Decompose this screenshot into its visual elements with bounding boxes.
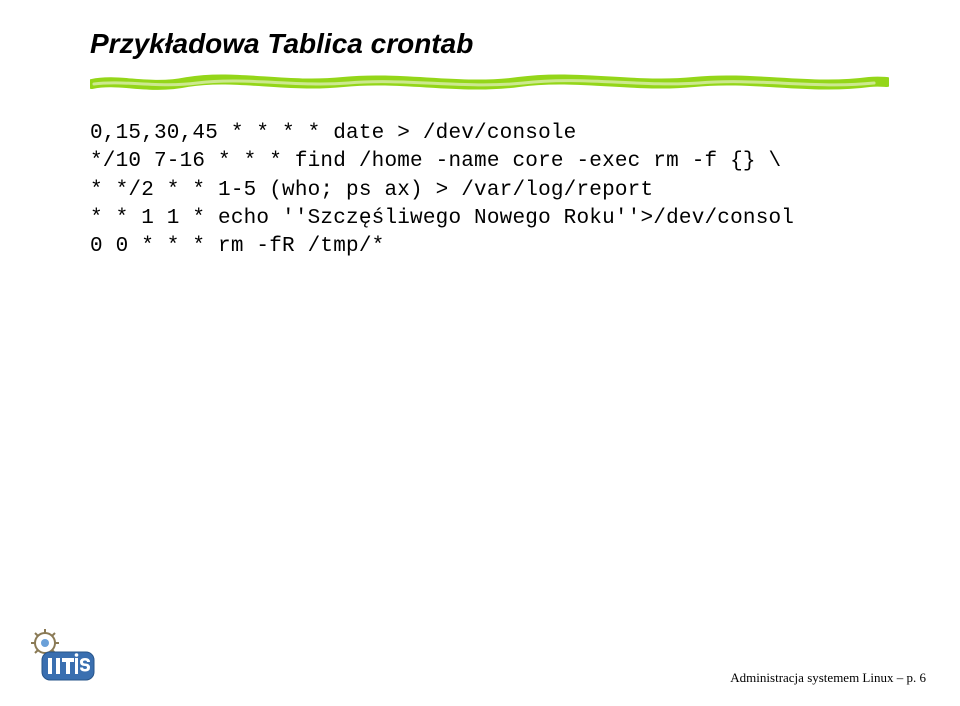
code-line-4: * * 1 1 * echo ''Szczęśliwego Nowego Rok… (90, 207, 794, 230)
title-underline (90, 70, 889, 94)
code-line-1: 0,15,30,45 * * * * date > /dev/console (90, 122, 576, 145)
slide-footer: Administracja systemem Linux – p. 6 (730, 670, 926, 686)
code-line-5: 0 0 * * * rm -fR /tmp/* (90, 235, 384, 258)
institution-logo (28, 628, 98, 684)
code-line-2: */10 7-16 * * * find /home -name core -e… (90, 150, 781, 173)
code-line-3: * */2 * * 1-5 (who; ps ax) > /var/log/re… (90, 179, 653, 202)
slide-title: Przykładowa Tablica crontab (90, 28, 922, 60)
code-block: 0,15,30,45 * * * * date > /dev/console *… (90, 120, 922, 262)
slide: Przykładowa Tablica crontab 0,15,30,45 *… (0, 0, 960, 706)
